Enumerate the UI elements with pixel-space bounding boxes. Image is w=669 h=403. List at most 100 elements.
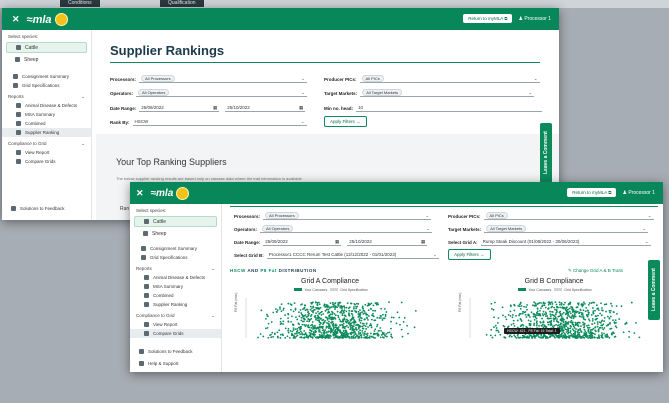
calendar-icon[interactable]: ▦ <box>213 105 217 111</box>
nav-help-support[interactable]: Help & Support <box>139 361 179 366</box>
scatter-point <box>522 324 525 327</box>
nav-solutions-feedback[interactable]: Solutions to Feedback <box>139 349 193 354</box>
scatter-point <box>510 323 513 326</box>
scatter-point <box>592 311 595 314</box>
scatter-point <box>609 315 612 318</box>
processors-filter[interactable]: Processors: All Processors ⌄ <box>234 212 432 220</box>
date-to-input[interactable]: 25/10/2022 ▦ <box>225 104 306 112</box>
scatter-point <box>507 314 510 316</box>
nav-supplier-ranking[interactable]: Supplier Ranking <box>2 128 91 137</box>
scatter-point <box>509 315 512 317</box>
scatter-point <box>325 331 328 333</box>
close-icon[interactable]: ✕ <box>136 188 144 199</box>
date-from-input[interactable]: 25/09/2022 ▦ <box>139 104 220 112</box>
nav-view-report[interactable]: View Report <box>130 320 221 329</box>
scatter-point <box>329 327 332 330</box>
calendar-icon[interactable]: ▦ <box>421 239 425 245</box>
nav-consignment-summary[interactable]: Consignment Summary <box>130 244 221 253</box>
target-markets-filter[interactable]: Target Markets: All Target Markets ⌄ <box>324 89 535 97</box>
scatter-point <box>535 321 538 324</box>
scatter-point <box>353 328 356 331</box>
nav-consignment-summary[interactable]: Consignment Summary <box>2 72 91 81</box>
scatter-point <box>313 308 316 311</box>
scatter-point <box>382 336 385 339</box>
operators-filter[interactable]: Operators: All Operators ⌄ <box>110 89 308 97</box>
scatter-point <box>569 331 572 334</box>
sheep-icon <box>143 231 148 236</box>
scatter-point <box>383 332 385 334</box>
scatter-point <box>517 304 520 307</box>
species-sheep[interactable]: Sheep <box>6 54 87 65</box>
processors-filter[interactable]: Processors: All Processors ⌄ <box>110 75 308 83</box>
scatter-point <box>320 325 323 328</box>
nav-supplier-ranking[interactable]: Supplier Ranking <box>130 300 221 309</box>
producer-pics-filter[interactable]: Producer PICs: All PICs ⌄ <box>448 212 654 220</box>
nav-compliance-header[interactable]: Compliance to Grid ⌄ <box>130 309 221 320</box>
leave-comment-tab[interactable]: Leave a Comment <box>540 123 552 183</box>
nav-reports-header[interactable]: Reports ⌄ <box>130 262 221 273</box>
scatter-point <box>569 327 572 330</box>
scatter-point <box>550 301 553 304</box>
nav-animal-disease[interactable]: Animal Disease & Defects <box>2 101 91 110</box>
return-to-mymla-button[interactable]: Return to myMLA ⧉ <box>567 188 617 197</box>
scatter-point <box>276 309 279 312</box>
change-traits-link[interactable]: ✎ Change Grid A & B Traits <box>568 268 623 274</box>
scatter-point <box>588 334 591 337</box>
scatter-point <box>576 323 579 326</box>
close-icon[interactable]: ✕ <box>12 14 20 25</box>
compare-icon <box>16 159 21 164</box>
target-markets-filter[interactable]: Target Markets: All Target Markets ⌄ <box>448 225 649 233</box>
grid-a-select[interactable]: Select Grid A: Rump Steak Discount (01/0… <box>448 238 651 246</box>
scatter-point <box>615 326 618 329</box>
nav-grid-specifications[interactable]: Grid Specifications <box>130 253 221 262</box>
scatter-point <box>519 336 522 339</box>
scatter-point <box>577 328 580 331</box>
user-menu[interactable]: ♟ Processor 1 <box>518 16 551 22</box>
scatter-point <box>282 323 284 325</box>
nav-compare-grids[interactable]: Compare Grids <box>2 157 91 166</box>
nav-reports-header[interactable]: Reports ⌄ <box>2 90 91 101</box>
return-to-mymla-button[interactable]: Return to myMLA ⧉ <box>463 14 513 23</box>
scatter-point <box>345 324 348 327</box>
scatter-point <box>600 321 602 324</box>
scatter-point <box>332 322 335 325</box>
scatter-point <box>348 314 350 317</box>
nav-solutions-feedback[interactable]: Solutions to Feedback <box>11 206 65 211</box>
scatter-point <box>257 336 259 339</box>
scatter-point <box>560 302 563 304</box>
apply-filters-button[interactable]: Apply Filters → <box>324 116 367 127</box>
nav-combined[interactable]: Combined <box>130 291 221 300</box>
scatter-point <box>541 313 544 315</box>
date-from-input[interactable]: 25/09/2022 ▦ <box>263 238 342 246</box>
rank-by-filter[interactable]: Rank By: HSCW ⌄ <box>110 118 307 126</box>
leave-comment-tab[interactable]: Leave a Comment <box>648 260 660 320</box>
calendar-icon[interactable]: ▦ <box>299 105 303 111</box>
apply-filters-button[interactable]: Apply Filters → <box>448 249 491 260</box>
nav-compare-grids[interactable]: Compare Grids <box>130 329 221 338</box>
min-head-filter[interactable]: Min no. head: 10 <box>324 104 542 112</box>
nav-view-report[interactable]: View Report <box>2 148 91 157</box>
scatter-point <box>360 336 363 339</box>
species-sheep[interactable]: Sheep <box>134 228 217 239</box>
nav-animal-disease[interactable]: Animal Disease & Defects <box>130 273 221 282</box>
nav-msa-summary[interactable]: MSA Summary <box>130 282 221 291</box>
scatter-point <box>334 333 337 336</box>
user-menu[interactable]: ♟ Processor 1 <box>622 190 655 196</box>
date-to-input[interactable]: 25/10/2022 ▦ <box>347 238 428 246</box>
species-cattle[interactable]: Cattle <box>6 42 87 53</box>
producer-pics-filter[interactable]: Producer PICs: All PICs ⌄ <box>324 75 540 83</box>
grid-b-select[interactable]: Select Grid B: Processor1 CCCC Rerun! Te… <box>234 251 439 259</box>
nav-grid-specifications[interactable]: Grid Specifications <box>2 81 91 90</box>
scatter-point <box>342 320 345 323</box>
scatter-point <box>330 321 333 324</box>
nav-compliance-header[interactable]: Compliance to Grid ⌄ <box>2 137 91 148</box>
scatter-point <box>367 315 370 317</box>
scatter-point <box>356 335 359 337</box>
species-cattle[interactable]: Cattle <box>134 216 217 227</box>
nav-msa-summary[interactable]: MSA Summary <box>2 110 91 119</box>
nav-combined[interactable]: Combined <box>2 119 91 128</box>
operators-filter[interactable]: Operators: All Operators ⌄ <box>234 225 433 233</box>
calendar-icon[interactable]: ▦ <box>335 239 339 245</box>
scatter-point <box>578 321 580 324</box>
scatter-point <box>279 337 282 339</box>
